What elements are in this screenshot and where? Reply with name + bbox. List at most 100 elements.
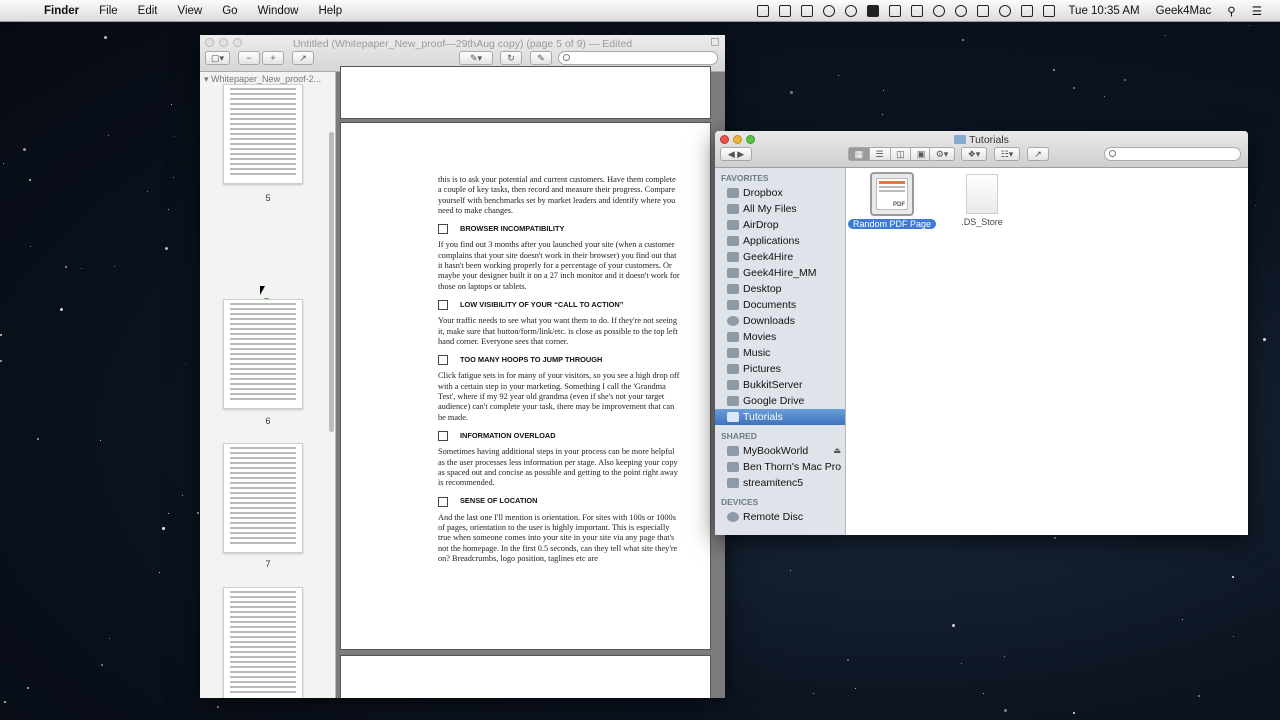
zoom-in-button[interactable]: + bbox=[262, 51, 284, 65]
finder-sidebar: FAVORITES Dropbox All My Files AirDrop A… bbox=[715, 168, 846, 535]
sidebar-item-airdrop[interactable]: AirDrop bbox=[715, 217, 845, 233]
sidebar-item-streamitenc5[interactable]: streamitenc5 bbox=[715, 475, 845, 491]
rotate-button[interactable]: ↻ bbox=[500, 51, 522, 65]
fullscreen-icon[interactable] bbox=[711, 38, 719, 46]
page-thumbnail-5[interactable] bbox=[223, 84, 303, 184]
sidebar-item-geek4hire-mm[interactable]: Geek4Hire_MM bbox=[715, 265, 845, 281]
star bbox=[217, 706, 219, 708]
file-random-pdf-page[interactable]: PDF Random PDF Page bbox=[847, 172, 937, 230]
section-heading: LOW VISIBILITY OF YOUR “CALL TO ACTION” bbox=[460, 299, 624, 309]
sidebar-group-devices: DEVICES bbox=[721, 497, 759, 507]
movies-icon bbox=[727, 332, 739, 342]
dropbox-icon[interactable] bbox=[889, 4, 902, 17]
star bbox=[168, 209, 169, 210]
applications-icon bbox=[727, 236, 739, 246]
finder-titlebar: Tutorials ◀ ▶ ▦ ☰ ◫ ▣ ⚙▾ ❖▾ ☷▾ ↗ bbox=[715, 131, 1248, 168]
back-forward-buttons[interactable]: ◀ ▶ bbox=[720, 147, 752, 161]
downloads-icon bbox=[727, 316, 739, 326]
wifi-icon[interactable] bbox=[999, 4, 1012, 17]
menu-file[interactable]: File bbox=[89, 0, 128, 22]
page-thumbnail-6[interactable] bbox=[223, 299, 303, 409]
star bbox=[1073, 87, 1075, 89]
edit-toolbar-button[interactable]: ✎ bbox=[530, 51, 552, 65]
column-view-icon[interactable]: ◫ bbox=[889, 148, 911, 160]
documents-icon bbox=[727, 300, 739, 310]
finder-search-field[interactable] bbox=[1104, 147, 1241, 161]
menu-window[interactable]: Window bbox=[248, 0, 309, 22]
sidebar-item-movies[interactable]: Movies bbox=[715, 329, 845, 345]
sidebar-item-applications[interactable]: Applications bbox=[715, 233, 845, 249]
icon-view-icon[interactable]: ▦ bbox=[849, 148, 869, 160]
star bbox=[790, 570, 791, 571]
menu-view[interactable]: View bbox=[168, 0, 213, 22]
star bbox=[1104, 96, 1105, 97]
sidebar-item-mybookworld[interactable]: MyBookWorld ⏏ bbox=[715, 443, 845, 459]
status-icon[interactable] bbox=[867, 4, 880, 17]
star bbox=[0, 360, 2, 362]
status-icon[interactable] bbox=[779, 4, 792, 17]
menu-help[interactable]: Help bbox=[308, 0, 352, 22]
star bbox=[1249, 25, 1250, 26]
menu-edit[interactable]: Edit bbox=[128, 0, 168, 22]
page-thumbnail-7[interactable] bbox=[223, 443, 303, 553]
cover-flow-icon[interactable]: ▣ bbox=[910, 148, 931, 160]
notification-center-icon[interactable]: ☰ bbox=[1252, 4, 1262, 18]
star bbox=[961, 663, 962, 664]
sidebar-item-downloads[interactable]: Downloads bbox=[715, 313, 845, 329]
section-heading: BROWSER INCOMPATIBILITY bbox=[460, 224, 565, 234]
window-title: Untitled (Whitepaper_New_proof—29thAug c… bbox=[292, 38, 633, 50]
list-view-icon[interactable]: ☰ bbox=[868, 148, 890, 160]
section-body: Your traffic needs to see what you want … bbox=[438, 316, 678, 346]
sidebar-toggle-button[interactable]: ▢▾ bbox=[205, 51, 230, 65]
file-ds-store[interactable]: .DS_Store bbox=[937, 174, 1027, 228]
sidebar-item-dropbox[interactable]: Dropbox bbox=[715, 185, 845, 201]
share-button[interactable]: ↗ bbox=[292, 51, 314, 65]
volume-icon[interactable] bbox=[1021, 4, 1034, 17]
time-machine-icon[interactable] bbox=[955, 4, 968, 17]
share-button[interactable]: ↗ bbox=[1027, 147, 1049, 161]
status-icon[interactable] bbox=[801, 4, 814, 17]
sidebar-item-pictures[interactable]: Pictures bbox=[715, 361, 845, 377]
menu-finder[interactable]: Finder bbox=[34, 0, 89, 22]
status-icon[interactable] bbox=[845, 4, 858, 17]
zoom-out-button[interactable]: − bbox=[238, 51, 260, 65]
sidebar-item-all-my-files[interactable]: All My Files bbox=[715, 201, 845, 217]
folder-icon bbox=[727, 412, 739, 422]
sidebar-group-favorites: FAVORITES bbox=[721, 173, 769, 183]
star bbox=[171, 104, 172, 105]
battery-icon[interactable] bbox=[1043, 4, 1056, 17]
status-icon[interactable] bbox=[933, 4, 946, 17]
action-gear-button[interactable]: ⚙▾ bbox=[929, 147, 955, 161]
folder-icon bbox=[727, 380, 739, 390]
current-page: this is to ask your potential and curren… bbox=[340, 122, 711, 650]
menu-bar: Finder File Edit View Go Window Help Tue… bbox=[0, 0, 1280, 22]
sidebar-item-geek4hire[interactable]: Geek4Hire bbox=[715, 249, 845, 265]
sidebar-item-documents[interactable]: Documents bbox=[715, 297, 845, 313]
search-field[interactable] bbox=[558, 51, 718, 65]
sidebar-item-tutorials[interactable]: Tutorials bbox=[715, 409, 845, 425]
sidebar-item-mac-pro[interactable]: Ben Thorn's Mac Pro bbox=[715, 459, 845, 475]
arrange-button[interactable]: ☷▾ bbox=[994, 147, 1020, 161]
dropbox-button[interactable]: ❖▾ bbox=[961, 147, 987, 161]
annotate-button[interactable]: ✎▾ bbox=[459, 51, 493, 65]
menu-go[interactable]: Go bbox=[212, 0, 247, 22]
view-mode-control[interactable]: ▦ ☰ ◫ ▣ bbox=[848, 147, 932, 161]
status-icon[interactable] bbox=[911, 4, 924, 17]
sidebar-item-google-drive[interactable]: Google Drive bbox=[715, 393, 845, 409]
bluetooth-icon[interactable] bbox=[977, 4, 990, 17]
eject-icon[interactable]: ⏏ bbox=[833, 443, 841, 459]
airdrop-icon bbox=[727, 220, 739, 230]
menubar-user[interactable]: Geek4Mac bbox=[1156, 5, 1212, 17]
menubar-clock[interactable]: Tue 10:35 AM bbox=[1068, 5, 1139, 17]
status-icon[interactable] bbox=[757, 4, 770, 17]
thumbnail-sidebar: ▾ Whitepaper_New_proof-2... 5 + 6 7 bbox=[200, 72, 336, 698]
sidebar-item-remote-disc[interactable]: Remote Disc bbox=[715, 509, 845, 525]
sidebar-item-bukkitserver[interactable]: BukkitServer bbox=[715, 377, 845, 393]
sidebar-item-music[interactable]: Music bbox=[715, 345, 845, 361]
spotlight-icon[interactable]: ⚲ bbox=[1227, 4, 1235, 18]
status-icon[interactable] bbox=[823, 4, 836, 17]
page-thumbnail-8[interactable] bbox=[223, 587, 303, 698]
sidebar-scrollbar[interactable] bbox=[329, 132, 334, 432]
sidebar-item-desktop[interactable]: Desktop bbox=[715, 281, 845, 297]
section-body: And the last one I'll mention is orienta… bbox=[438, 512, 678, 563]
